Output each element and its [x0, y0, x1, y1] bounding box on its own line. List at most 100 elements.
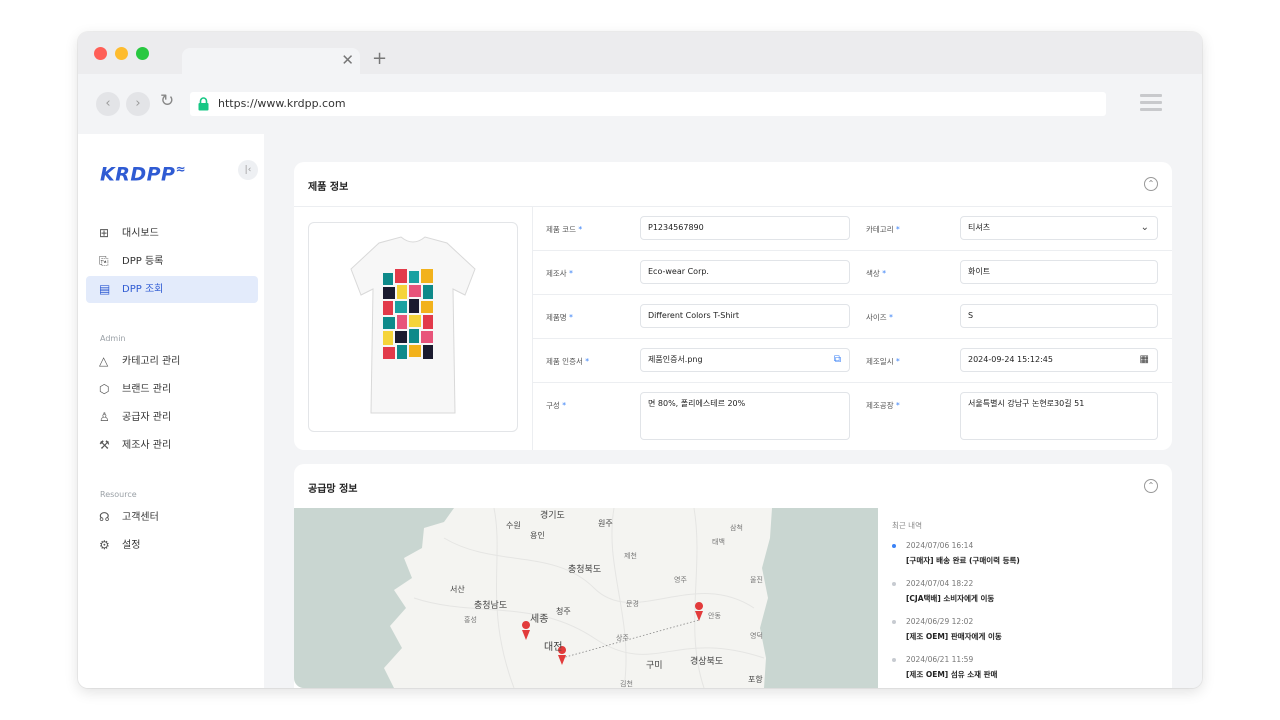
history-text: [구매자] 배송 완료 (구매이력 등록)	[906, 556, 1020, 565]
doc-icon: ▤	[99, 282, 111, 296]
collapse-sidebar-button[interactable]: |‹	[238, 160, 258, 180]
factory-field[interactable]: 서울특별시 강남구 논현로30길 51	[960, 392, 1158, 440]
wrench-icon: ⚒	[99, 438, 110, 452]
composition-field[interactable]: 면 80%, 폴리에스테르 20%	[640, 392, 850, 440]
new-tab-icon[interactable]: +	[372, 48, 387, 69]
history-item[interactable]: 2024/06/21 11:59 [제조 OEM] 섬유 소재 판매	[892, 655, 1162, 688]
sidebar-item-label: 공급자 관리	[122, 412, 172, 423]
map-label: 삼척	[730, 523, 743, 532]
sidebar-item-label: 브랜드 관리	[122, 384, 172, 395]
size-field[interactable]: S	[960, 304, 1158, 328]
map-label: 포항	[748, 675, 763, 684]
sidebar-item-support[interactable]: ☊ 고객센터	[86, 504, 258, 531]
sidebar-item-manufacturer[interactable]: ⚒ 제조사 관리	[86, 432, 258, 459]
product-code-field[interactable]: P1234567890	[640, 216, 850, 240]
browser-toolbar: ‹ › ↻ https://www.krdpp.com	[78, 74, 1202, 132]
certificate-field[interactable]: 제품인증서.png ⧉	[640, 348, 850, 372]
sidebar: KRDPP≈ |‹ ⊞ 대시보드 ⎘ DPP 등록 ▤ DPP 조회 Admin…	[78, 134, 264, 688]
color-field[interactable]: 화이트	[960, 260, 1158, 284]
sidebar-item-supplier[interactable]: ♙ 공급자 관리	[86, 404, 258, 431]
external-link-icon[interactable]: ⧉	[834, 349, 841, 371]
supply-chain-card: 공급망 정보 ⌃ 경기도 수원 용인 원주 충청북도 서산 충청남도 세종 청주…	[294, 464, 1172, 688]
map-label: 대전	[544, 641, 562, 653]
sidebar-item-label: DPP 등록	[122, 256, 164, 267]
section-title-resource: Resource	[100, 490, 137, 499]
close-window-button[interactable]	[94, 47, 107, 60]
tab-bar: ✕ +	[78, 32, 1202, 74]
history-item[interactable]: 2024/07/06 16:14 [구매자] 배송 완료 (구매이력 등록)	[892, 541, 1162, 579]
chevron-down-icon: ⌄	[1140, 222, 1149, 233]
history-title: 최근 내역	[892, 521, 922, 530]
color-label: 색상 *	[866, 269, 886, 278]
tshirt-image	[350, 236, 476, 414]
map-label: 서산	[450, 584, 465, 594]
reload-icon[interactable]: ↻	[160, 91, 174, 111]
map-label: 상주	[616, 633, 629, 642]
category-icon: △	[99, 354, 109, 368]
composition-label: 구성 *	[546, 401, 566, 410]
logo[interactable]: KRDPP≈	[100, 162, 186, 185]
history-date: 2024/06/21 11:59	[906, 655, 974, 664]
product-code-label: 제품 코드 *	[546, 225, 583, 234]
sidebar-item-dpp-search[interactable]: ▤ DPP 조회	[86, 276, 258, 303]
history-text: [CJA택배] 소비자에게 이동	[906, 594, 995, 603]
map-label: 태백	[712, 537, 725, 546]
map-label: 충청북도	[568, 564, 601, 575]
map-label: 영덕	[750, 631, 763, 640]
map-label: 안동	[708, 611, 721, 620]
map-label: 제천	[624, 551, 637, 560]
history-text: [제조 OEM] 판매자에게 이동	[906, 632, 1002, 641]
map-label: 청주	[556, 607, 571, 616]
sidebar-item-label: 제조사 관리	[122, 440, 172, 451]
headset-icon: ☊	[99, 510, 110, 524]
manufacturer-field[interactable]: Eco-wear Corp.	[640, 260, 850, 284]
manufacturer-label: 제조사 *	[546, 269, 573, 278]
product-image	[308, 222, 518, 432]
sidebar-item-dashboard[interactable]: ⊞ 대시보드	[86, 220, 258, 247]
certificate-label: 제품 인증서 *	[546, 357, 590, 366]
map-label: 홍성	[464, 615, 477, 624]
map-label: 김천	[620, 679, 633, 688]
lock-icon	[198, 97, 209, 111]
size-label: 사이즈 *	[866, 313, 893, 322]
history-date: 2024/07/04 18:22	[906, 579, 974, 588]
category-label: 카테고리 *	[866, 225, 900, 234]
browser-tab[interactable]: ✕	[182, 48, 360, 74]
back-button[interactable]: ‹	[96, 92, 120, 116]
sidebar-item-label: DPP 조회	[122, 284, 164, 295]
close-tab-icon[interactable]: ✕	[341, 51, 354, 69]
minimize-window-button[interactable]	[115, 47, 128, 60]
sidebar-item-settings[interactable]: ⚙ 설정	[86, 532, 258, 559]
browser-menu-icon[interactable]	[1140, 94, 1162, 115]
history-item[interactable]: 2024/07/04 18:22 [CJA택배] 소비자에게 이동	[892, 579, 1162, 617]
calendar-icon[interactable]: ▦	[1140, 349, 1149, 371]
sidebar-item-label: 고객센터	[122, 512, 159, 523]
collapse-chevron-icon[interactable]: ⌃	[1144, 177, 1158, 191]
product-info-card: 제품 정보 ⌃ 제품 코드 * P1234567890 카테고리 * 티셔츠 ⌄…	[294, 162, 1172, 450]
address-bar[interactable]: https://www.krdpp.com	[190, 92, 1106, 116]
history-text: [제조 OEM] 섬유 소재 판매	[906, 670, 998, 679]
grid-icon: ⊞	[99, 226, 110, 240]
map-label: 구미	[646, 660, 663, 671]
factory-label: 제조공장 *	[866, 401, 900, 410]
map-label: 영주	[674, 575, 687, 584]
history-item[interactable]: 2024/06/29 12:02 [제조 OEM] 판매자에게 이동	[892, 617, 1162, 655]
product-name-field[interactable]: Different Colors T-Shirt	[640, 304, 850, 328]
sidebar-item-brand[interactable]: ⬡ 브랜드 관리	[86, 376, 258, 403]
section-title-admin: Admin	[100, 334, 126, 343]
map-label: 수원	[506, 521, 521, 530]
collapse-chevron-icon[interactable]: ⌃	[1144, 479, 1158, 493]
history-list: 최근 내역 2024/07/06 16:14 [구매자] 배송 완료 (구매이력…	[892, 520, 1162, 688]
url-text: https://www.krdpp.com	[218, 97, 346, 110]
category-select[interactable]: 티셔츠 ⌄	[960, 216, 1158, 240]
maximize-window-button[interactable]	[136, 47, 149, 60]
sidebar-item-dpp-register[interactable]: ⎘ DPP 등록	[86, 248, 258, 275]
add-doc-icon: ⎘	[99, 254, 109, 268]
sidebar-item-label: 설정	[122, 540, 141, 551]
gear-icon: ⚙	[99, 538, 110, 552]
supply-chain-map[interactable]: 경기도 수원 용인 원주 충청북도 서산 충청남도 세종 청주 대전 구미 경상…	[294, 508, 878, 688]
sidebar-item-category[interactable]: △ 카테고리 관리	[86, 348, 258, 375]
forward-button[interactable]: ›	[126, 92, 150, 116]
browser-window: ✕ + ‹ › ↻ https://www.krdpp.com KRDPP≈ |…	[78, 32, 1202, 688]
manufacture-date-field[interactable]: 2024-09-24 15:12:45 ▦	[960, 348, 1158, 372]
